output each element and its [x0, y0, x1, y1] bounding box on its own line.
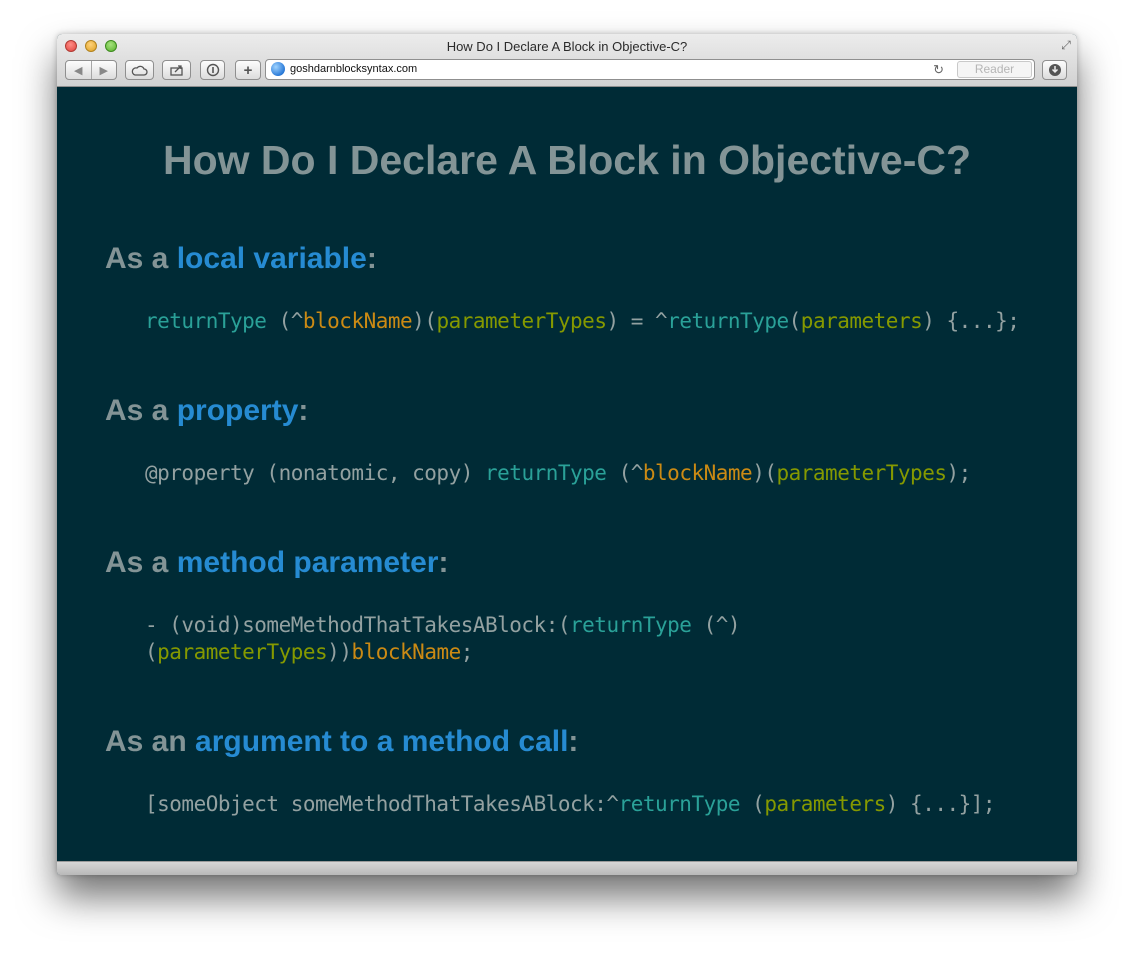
code-token: (^ [606, 461, 644, 485]
share-icon [169, 65, 183, 76]
heading-argument: As an argument to a method call: [105, 725, 579, 758]
top-sites-button[interactable] [200, 60, 225, 80]
title-bar: How Do I Declare A Block in Objective-C?… [57, 34, 1077, 87]
share-button[interactable] [162, 60, 191, 80]
window-title: How Do I Declare A Block in Objective-C? [446, 39, 688, 54]
page-content: How Do I Declare A Block in Objective-C?… [57, 87, 1077, 861]
code-token: ( [145, 640, 158, 664]
code-token: parameterTypes [157, 640, 328, 664]
code-token: (^ [266, 309, 304, 333]
heading-local-variable: As a local variable: [105, 242, 377, 275]
info-icon [206, 63, 219, 77]
code-token: parameterTypes [436, 309, 607, 333]
cloud-icon [131, 65, 148, 76]
code-token: ) {...}]; [885, 792, 996, 816]
forward-icon[interactable]: ▶ [92, 64, 117, 77]
code-property: @property (nonatomic, copy) returnType (… [145, 459, 971, 487]
plus-icon: + [243, 61, 253, 79]
code-token: blockName [642, 461, 753, 485]
code-token: returnType [667, 309, 789, 333]
status-bar [57, 861, 1077, 875]
address-bar[interactable]: goshdarnblocksyntax.com ↻ Reader [265, 59, 1035, 80]
heading-property: As a property: [105, 394, 309, 427]
heading-method-parameter: As a method parameter: [105, 546, 449, 579]
reader-button[interactable]: Reader [957, 61, 1032, 78]
code-token: ( [740, 792, 765, 816]
code-local-variable: returnType (^blockName)(parameterTypes) … [145, 307, 1020, 335]
code-token: (^) [691, 613, 741, 637]
code-token: returnType [145, 309, 267, 333]
code-argument: [someObject someMethodThatTakesABlock:^r… [145, 790, 996, 818]
code-token: ); [946, 461, 972, 485]
code-token: parameterTypes [776, 461, 947, 485]
fullscreen-icon[interactable]: ⤢ [1059, 38, 1073, 52]
code-token: [someObject someMethodThatTakesABlock:^ [145, 792, 619, 816]
reload-icon[interactable]: ↻ [933, 62, 944, 78]
code-token: returnType [485, 461, 607, 485]
code-token: parameters [764, 792, 886, 816]
downloads-button[interactable] [1042, 60, 1067, 80]
new-tab-button[interactable]: + [235, 60, 261, 80]
link-method-parameter[interactable]: method parameter [177, 546, 439, 579]
code-token: blockName [351, 640, 461, 664]
back-icon[interactable]: ◀ [66, 64, 91, 77]
back-forward-button[interactable]: ◀ ▶ [65, 60, 117, 80]
code-token: ) = ^ [606, 309, 668, 333]
code-method-parameter-line-1: - (void)someMethodThatTakesABlock:(retur… [145, 611, 741, 639]
link-property[interactable]: property [177, 394, 299, 427]
url-text[interactable]: goshdarnblocksyntax.com [290, 63, 417, 75]
code-token: )) [327, 640, 352, 664]
code-token: )( [412, 309, 437, 333]
code-token: ) {...}; [922, 309, 1020, 333]
code-method-parameter-line-2: (parameterTypes))blockName; [145, 638, 473, 666]
code-token: returnType [618, 792, 741, 816]
code-token: returnType [570, 613, 692, 637]
code-token: )( [752, 461, 777, 485]
code-token: parameters [800, 309, 923, 333]
globe-icon [271, 62, 285, 76]
browser-window: How Do I Declare A Block in Objective-C?… [57, 34, 1077, 875]
icloud-tabs-button[interactable] [125, 60, 154, 80]
download-icon [1048, 64, 1061, 76]
link-argument[interactable]: argument to a method call [195, 725, 568, 758]
code-token: ; [460, 640, 474, 664]
page-title: How Do I Declare A Block in Objective-C? [162, 137, 972, 183]
code-token: - (void)someMethodThatTakesABlock:( [145, 613, 571, 637]
code-token: blockName [302, 309, 413, 333]
code-token: ( [788, 309, 802, 333]
code-token: @property (nonatomic, copy) [145, 461, 486, 485]
link-local-variable[interactable]: local variable [177, 242, 367, 275]
